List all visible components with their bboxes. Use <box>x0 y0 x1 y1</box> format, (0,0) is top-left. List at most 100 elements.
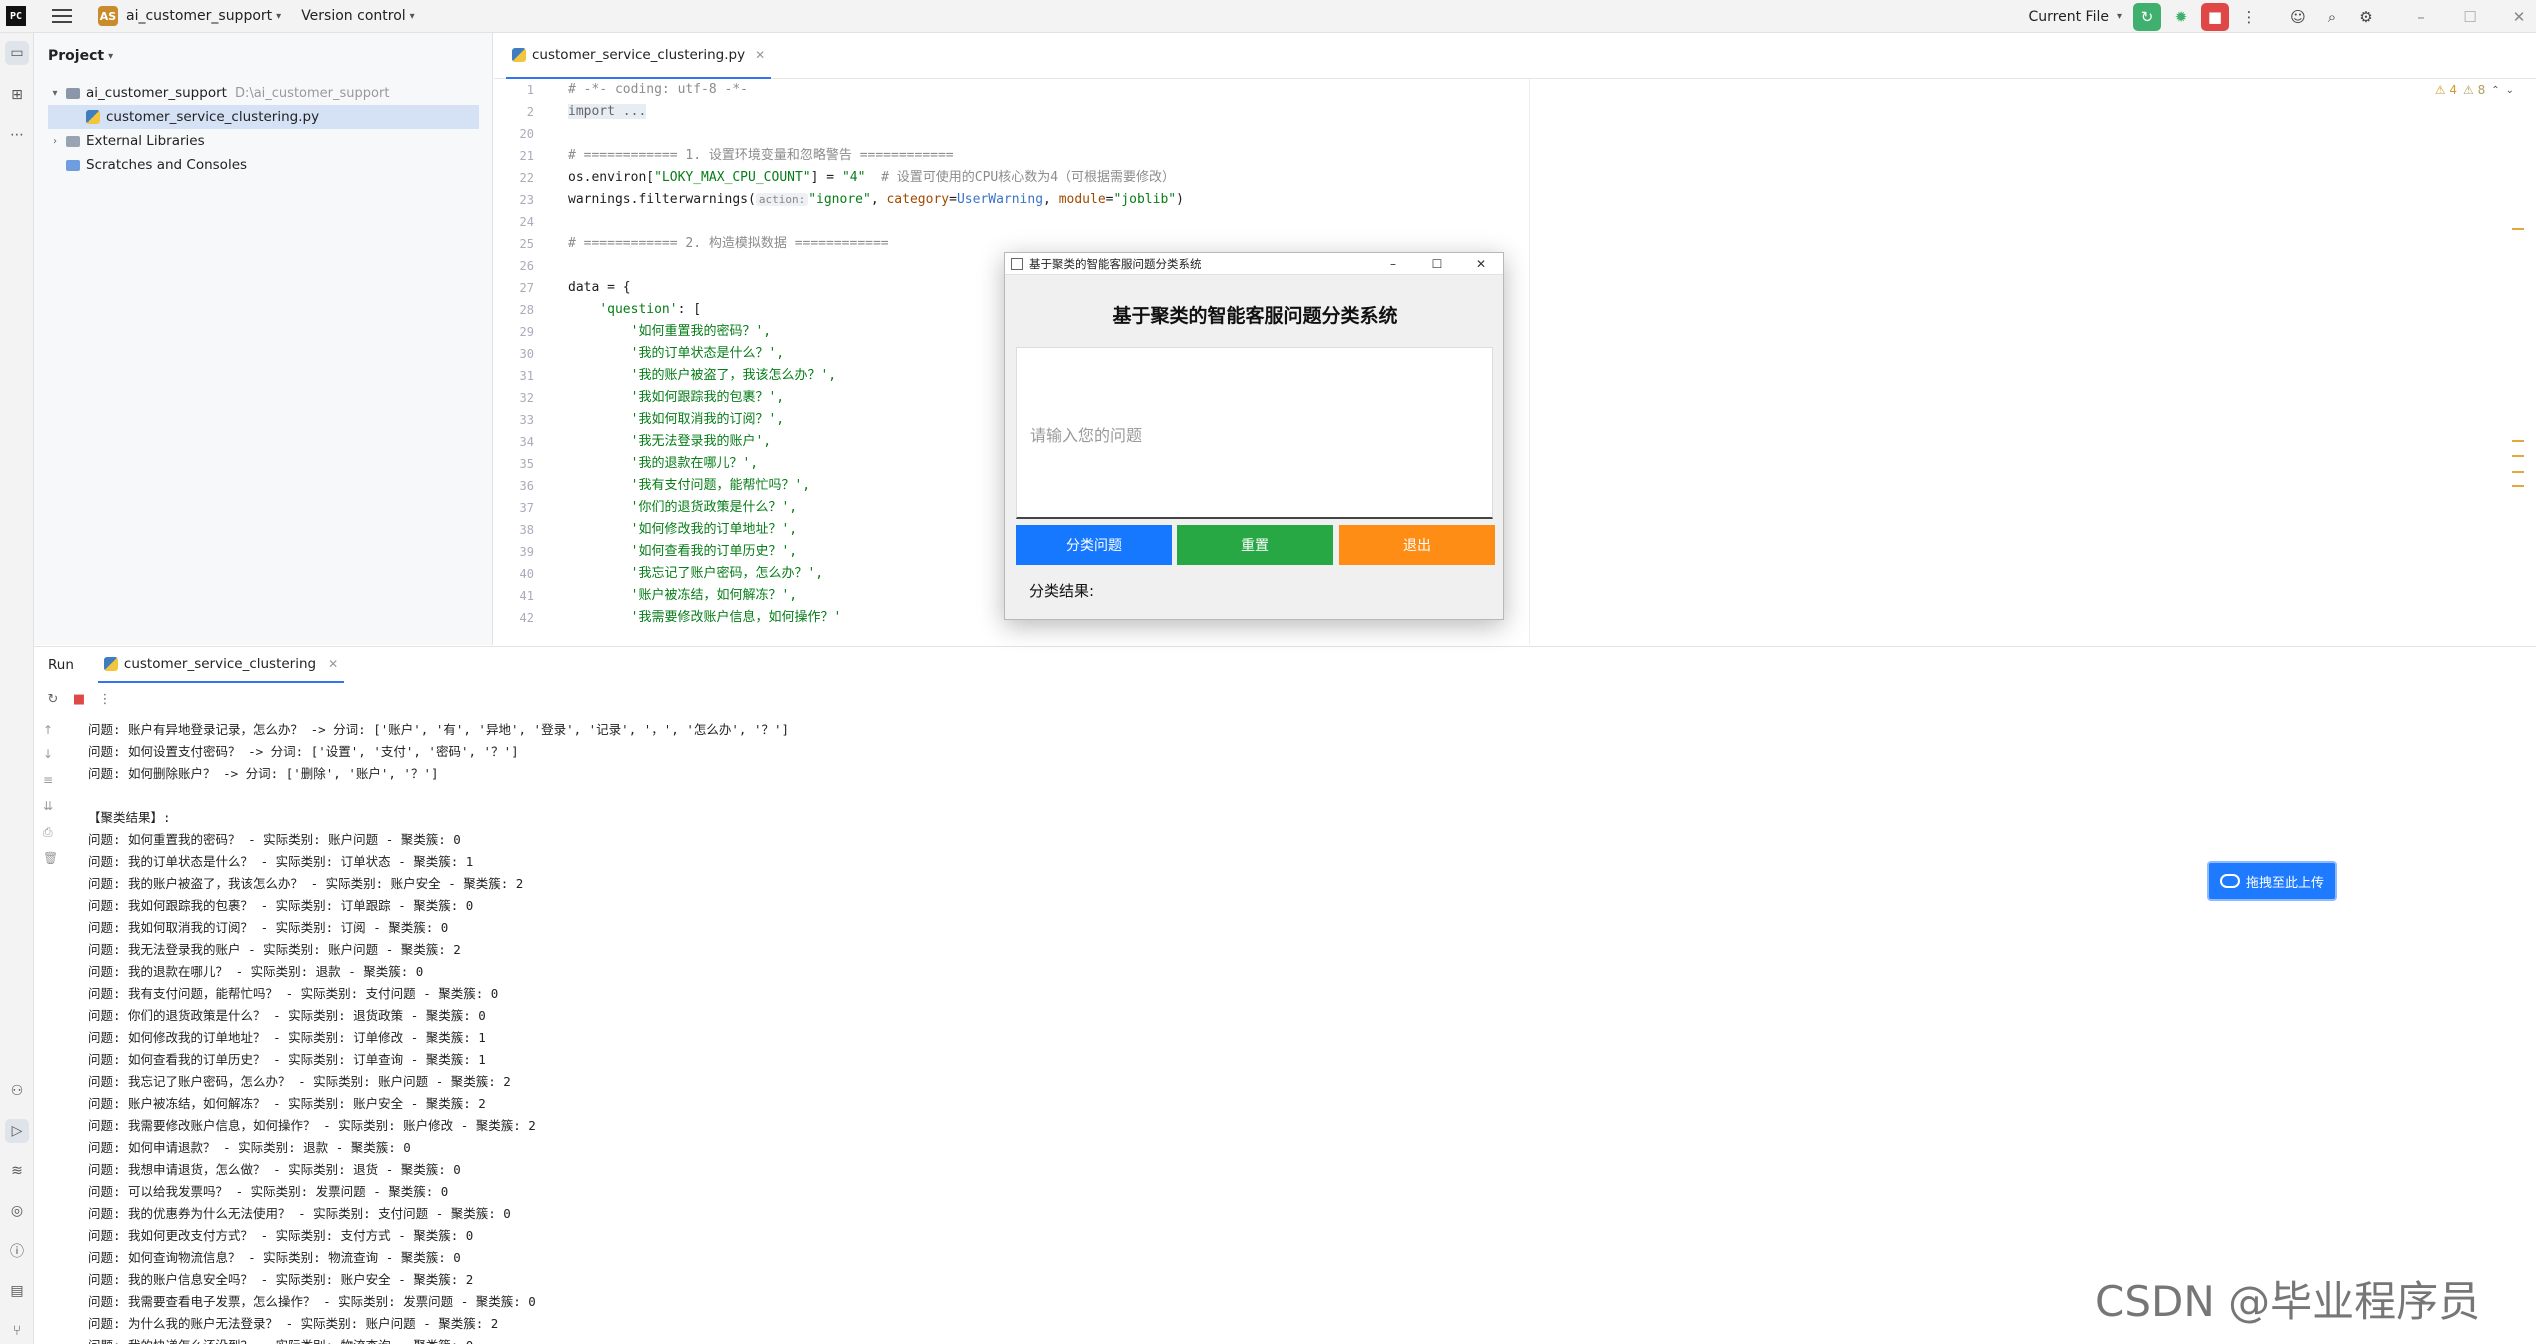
console-line: 问题: 如何删除账户？ -> 分词: ['删除', '账户', '？'] <box>88 766 439 781</box>
pycharm-logo-icon: PC <box>6 6 26 26</box>
dialog-title-bar[interactable]: 基于聚类的智能客服问题分类系统 – ☐ ✕ <box>1005 253 1503 275</box>
console-line: 问题: 我的优惠券为什么无法使用？ - 实际类别: 支付问题 - 聚类簇: 0 <box>88 1206 511 1221</box>
trash-icon[interactable]: 🗑 <box>43 851 58 865</box>
folded-imports[interactable]: import ... <box>568 104 647 119</box>
console-line: 问题: 我如何更改支付方式？ - 实际类别: 支付方式 - 聚类簇: 0 <box>88 1228 474 1243</box>
line-number: 20 <box>519 127 534 141</box>
upload-badge[interactable]: 拖拽至此上传 <box>2207 861 2337 901</box>
close-icon[interactable]: ✕ <box>2505 3 2533 31</box>
inspection-widget[interactable]: ⚠ 4 ⚠ 8 ⌃ ⌄ <box>2429 83 2514 97</box>
chevron-down-icon[interactable]: ⌄ <box>2506 85 2514 96</box>
project-panel-header[interactable]: Project ▾ <box>34 33 492 79</box>
reset-button[interactable]: 重置 <box>1177 525 1333 565</box>
python-file-icon <box>512 48 526 62</box>
chevron-down-icon: ▾ <box>108 50 114 62</box>
settings-icon[interactable]: ⚙ <box>2352 3 2380 31</box>
minimize-icon[interactable]: – <box>2407 3 2435 31</box>
rerun-icon[interactable]: ↻ <box>42 688 64 710</box>
python-packages-icon[interactable]: ⚇ <box>5 1079 29 1103</box>
chevron-up-icon[interactable]: ⌃ <box>2491 85 2499 96</box>
exit-button[interactable]: 退出 <box>1339 525 1495 565</box>
stop-icon[interactable]: ■ <box>2201 2 2229 31</box>
watermark: CSDN @毕业程序员 <box>2095 1277 2481 1326</box>
scratches-icon <box>66 159 80 171</box>
add-user-icon[interactable]: ☺ <box>2284 3 2312 31</box>
console-line: 问题: 如何设置支付密码？ -> 分词: ['设置', '支付', '密码', … <box>88 744 519 759</box>
run-tool-icon[interactable]: ▷ <box>5 1119 29 1143</box>
project-tool-icon[interactable]: ▭ <box>5 41 29 65</box>
console-line: 问题: 如何重置我的密码？ - 实际类别: 账户问题 - 聚类簇: 0 <box>88 832 461 847</box>
dialog-heading: 基于聚类的智能客服问题分类系统 <box>1112 305 1398 327</box>
line-number: 26 <box>519 259 534 273</box>
line-number-gutter: 1 2 20 21 22 23 24 25 26 27 28 29 30 31 32 33 34 35 36 37 38… <box>494 79 552 645</box>
more-icon[interactable]: ⋮ <box>94 688 116 710</box>
close-tab-icon[interactable]: ✕ <box>755 48 765 62</box>
console-line: 问题: 我如何取消我的订阅？ - 实际类别: 订阅 - 聚类簇: 0 <box>88 920 449 935</box>
console-line: 问题: 我有支付问题，能帮忙吗？ - 实际类别: 支付问题 - 聚类簇: 0 <box>88 986 499 1001</box>
services-icon[interactable]: ◎ <box>5 1199 29 1223</box>
line-number: 41 <box>519 589 534 603</box>
parameter-hint: action: <box>755 193 809 206</box>
scroll-up-icon[interactable]: ↑ <box>43 723 53 737</box>
console-line: 问题: 如何申请退款？ - 实际类别: 退款 - 聚类簇: 0 <box>88 1140 411 1155</box>
chevron-down-icon[interactable]: ▾ <box>48 88 62 99</box>
debug-icon[interactable]: ✹ <box>2167 3 2195 31</box>
git-icon[interactable]: ⑂ <box>5 1319 29 1343</box>
problems-icon[interactable]: ⓘ <box>5 1239 29 1263</box>
line-number: 1 <box>526 83 534 97</box>
tk-feather-icon <box>1011 257 1023 270</box>
root-folder-path: D:\ai_customer_support <box>234 85 390 101</box>
close-tab-icon[interactable]: ✕ <box>328 657 338 671</box>
search-icon[interactable]: ⌕ <box>2318 3 2346 31</box>
tree-item-external-libraries[interactable]: › External Libraries <box>48 129 205 153</box>
print-icon[interactable]: ⎙ <box>43 825 53 840</box>
project-switcher[interactable]: ai_customer_support <box>126 8 272 24</box>
terminal-icon[interactable]: ▤ <box>5 1279 29 1303</box>
run-tab-bar: Run customer_service_clustering ✕ <box>34 647 2536 683</box>
main-menu-icon[interactable] <box>52 9 72 23</box>
dialog-window-title: 基于聚类的智能客服问题分类系统 <box>1029 256 1202 271</box>
run-config-selector[interactable]: Current File <box>2029 9 2109 25</box>
minimize-icon[interactable]: – <box>1371 253 1415 275</box>
tree-item-root[interactable]: ▾ ai_customer_support D:\ai_customer_sup… <box>48 81 389 105</box>
structure-tool-icon[interactable]: ⊞ <box>5 83 29 107</box>
console-line: 问题: 可以给我发票吗？ - 实际类别: 发票问题 - 聚类簇: 0 <box>88 1184 449 1199</box>
tree-item-file[interactable]: customer_service_clustering.py <box>48 105 479 129</box>
stop-icon[interactable]: ■ <box>68 688 90 710</box>
more-icon[interactable]: ⋮ <box>2235 3 2263 31</box>
scroll-to-end-icon[interactable]: ⇊ <box>43 799 53 813</box>
line-number: 32 <box>519 391 534 405</box>
classify-button[interactable]: 分类问题 <box>1016 525 1172 565</box>
console-line: 问题: 如何查看我的订单历史？ - 实际类别: 订单查询 - 聚类簇: 1 <box>88 1052 486 1067</box>
run-toolbar: ↻ ■ ⋮ <box>34 683 2536 715</box>
maximize-icon[interactable]: ☐ <box>2456 3 2484 31</box>
scroll-down-icon[interactable]: ↓ <box>43 747 53 761</box>
result-label: 分类结果: <box>1029 582 1095 600</box>
chevron-down-icon: ▾ <box>409 10 415 22</box>
line-number: 34 <box>519 435 534 449</box>
run-tab[interactable]: Run <box>48 657 74 673</box>
close-icon[interactable]: ✕ <box>1459 253 1503 275</box>
chevron-right-icon[interactable]: › <box>48 136 62 147</box>
line-number: 2 <box>526 105 534 119</box>
more-tools-icon[interactable]: ⋯ <box>5 123 29 147</box>
soft-wrap-icon[interactable]: ≡ <box>43 773 53 787</box>
project-header-label: Project <box>48 48 105 64</box>
version-control-menu[interactable]: Version control <box>301 8 405 24</box>
run-config-tab[interactable]: customer_service_clustering ✕ <box>97 647 345 683</box>
editor-tab[interactable]: customer_service_clustering.py ✕ <box>506 33 772 79</box>
console-output[interactable]: 问题: 账户有异地登录记录，怎么办？ -> 分词: ['账户', '有', '异… <box>88 719 2488 1344</box>
library-icon <box>66 135 80 147</box>
console-line: 问题: 你们的退货政策是什么？ - 实际类别: 退货政策 - 聚类簇: 0 <box>88 1008 486 1023</box>
maximize-icon[interactable]: ☐ <box>1415 253 1459 275</box>
tree-item-scratches[interactable]: Scratches and Consoles <box>66 153 247 177</box>
line-number: 38 <box>519 523 534 537</box>
code-line: # -*- coding: utf-8 -*- <box>568 82 749 97</box>
question-input[interactable]: 请输入您的问题 <box>1016 347 1493 519</box>
project-badge[interactable]: AS <box>98 6 118 26</box>
layers-icon[interactable]: ≋ <box>5 1159 29 1183</box>
line-number: 40 <box>519 567 534 581</box>
line-number: 29 <box>519 325 534 339</box>
rerun-icon[interactable]: ↻ <box>2133 2 2161 31</box>
